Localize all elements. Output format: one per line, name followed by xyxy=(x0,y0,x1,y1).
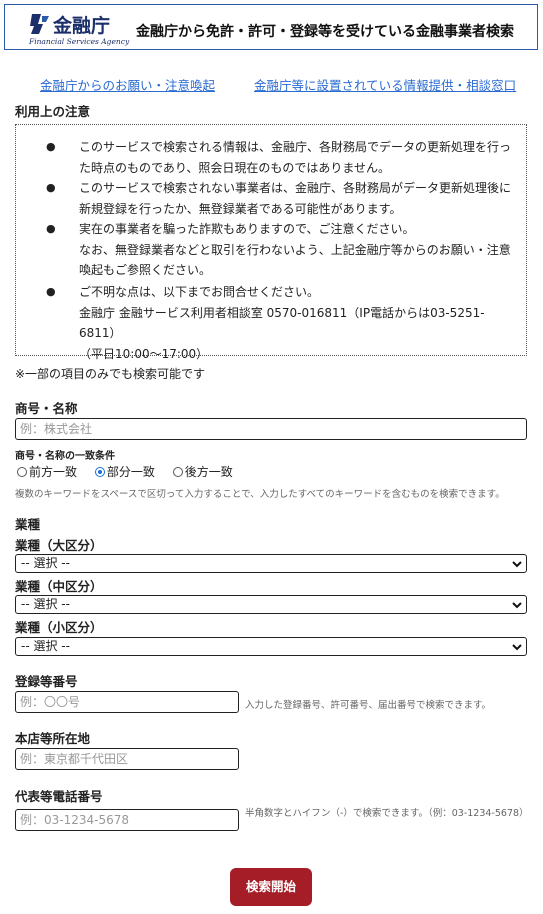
consultation-link[interactable]: 金融庁等に設置されている情報提供・相談窓口 xyxy=(254,75,516,94)
select-value: -- 選択 -- xyxy=(21,639,70,653)
match-help-text: 複数のキーワードをスペースで区切って入力することで、入力したすべてのキーワードを… xyxy=(15,489,505,500)
site-header: 金融庁 Financial Services Agency 金融庁から免許・許可… xyxy=(4,4,538,50)
bullet-icon: ● xyxy=(46,285,56,298)
name-input[interactable] xyxy=(15,418,527,440)
search-note: ※一部の項目のみでも検索可能です xyxy=(15,367,206,381)
bullet-icon: ● xyxy=(46,140,56,153)
page-title: 金融庁から免許・許可・登録等を受けている金融事業者検索 xyxy=(136,24,514,40)
logo-text: 金融庁 xyxy=(53,15,111,37)
fsa-logo[interactable]: 金融庁 Financial Services Agency xyxy=(29,11,129,47)
radio-partial-match[interactable]: 部分一致 xyxy=(94,463,155,480)
tel-help-text: 半角数字とハイフン（-）で検索できます。（例：03-1234-5678） xyxy=(245,808,529,819)
notice-text: ご不明な点は、以下までお問合せください。 金融庁 金融サービス利用者相談室 05… xyxy=(79,285,485,361)
select-value: -- 選択 -- xyxy=(21,597,70,611)
industry-label: 業種 xyxy=(15,517,41,532)
search-button[interactable]: 検索開始 xyxy=(230,868,312,906)
notice-box: ● このサービスで検索される情報は、金融庁、各財務局でデータの更新処理を行った時… xyxy=(15,124,527,361)
chevron-down-icon xyxy=(512,602,522,609)
fsa-emblem-icon xyxy=(30,14,49,34)
radio-suffix-match[interactable]: 後方一致 xyxy=(172,463,233,480)
industry-small-select[interactable]: -- 選択 -- xyxy=(15,637,527,656)
warning-link[interactable]: 金融庁からのお願い・注意喚起 xyxy=(40,75,215,94)
reg-number-label: 登録等番号 xyxy=(15,674,78,689)
notice-text: 実在の事業者を騙った詐欺もありますので、ご注意ください。 なお、無登録業者などと… xyxy=(79,222,511,277)
chevron-down-icon xyxy=(512,644,522,651)
radio-label: 前方一致 xyxy=(29,465,78,479)
match-condition-group: 前方一致 部分一致 後方一致 xyxy=(17,463,247,480)
tel-label: 代表等電話番号 xyxy=(15,789,103,804)
chevron-down-icon xyxy=(512,561,522,568)
tel-input[interactable] xyxy=(15,809,239,831)
radio-label: 後方一致 xyxy=(184,465,233,479)
bullet-icon: ● xyxy=(46,222,56,235)
industry-large-select[interactable]: -- 選択 -- xyxy=(15,554,527,573)
name-label: 商号・名称 xyxy=(15,401,78,416)
select-value: -- 選択 -- xyxy=(21,556,70,570)
notice-heading: 利用上の注意 xyxy=(15,104,91,119)
radio-label: 部分一致 xyxy=(106,465,155,479)
industry-mid-select[interactable]: -- 選択 -- xyxy=(15,595,527,614)
reg-help-text: 入力した登録番号、許可番号、届出番号で検索できます。 xyxy=(245,700,492,711)
bullet-icon: ● xyxy=(46,181,56,194)
radio-selected-icon xyxy=(94,467,105,477)
logo-subtitle: Financial Services Agency xyxy=(29,37,130,46)
industry-small-label: 業種（小区分） xyxy=(15,620,103,635)
notice-text: このサービスで検索される情報は、金融庁、各財務局でデータの更新処理を行った時点の… xyxy=(79,140,512,175)
radio-icon xyxy=(17,467,27,477)
reg-number-input[interactable] xyxy=(15,691,239,713)
notice-text: このサービスで検索されない事業者は、金融庁、各財務局がデータ更新処理後に新規登録… xyxy=(79,181,512,216)
match-condition-label: 商号・名称の一致条件 xyxy=(15,451,115,462)
industry-mid-label: 業種（中区分） xyxy=(15,579,103,594)
radio-prefix-match[interactable]: 前方一致 xyxy=(17,463,77,480)
radio-icon xyxy=(172,467,183,477)
industry-large-label: 業種（大区分） xyxy=(15,538,103,553)
address-input[interactable] xyxy=(15,748,239,770)
address-label: 本店等所在地 xyxy=(15,731,91,746)
